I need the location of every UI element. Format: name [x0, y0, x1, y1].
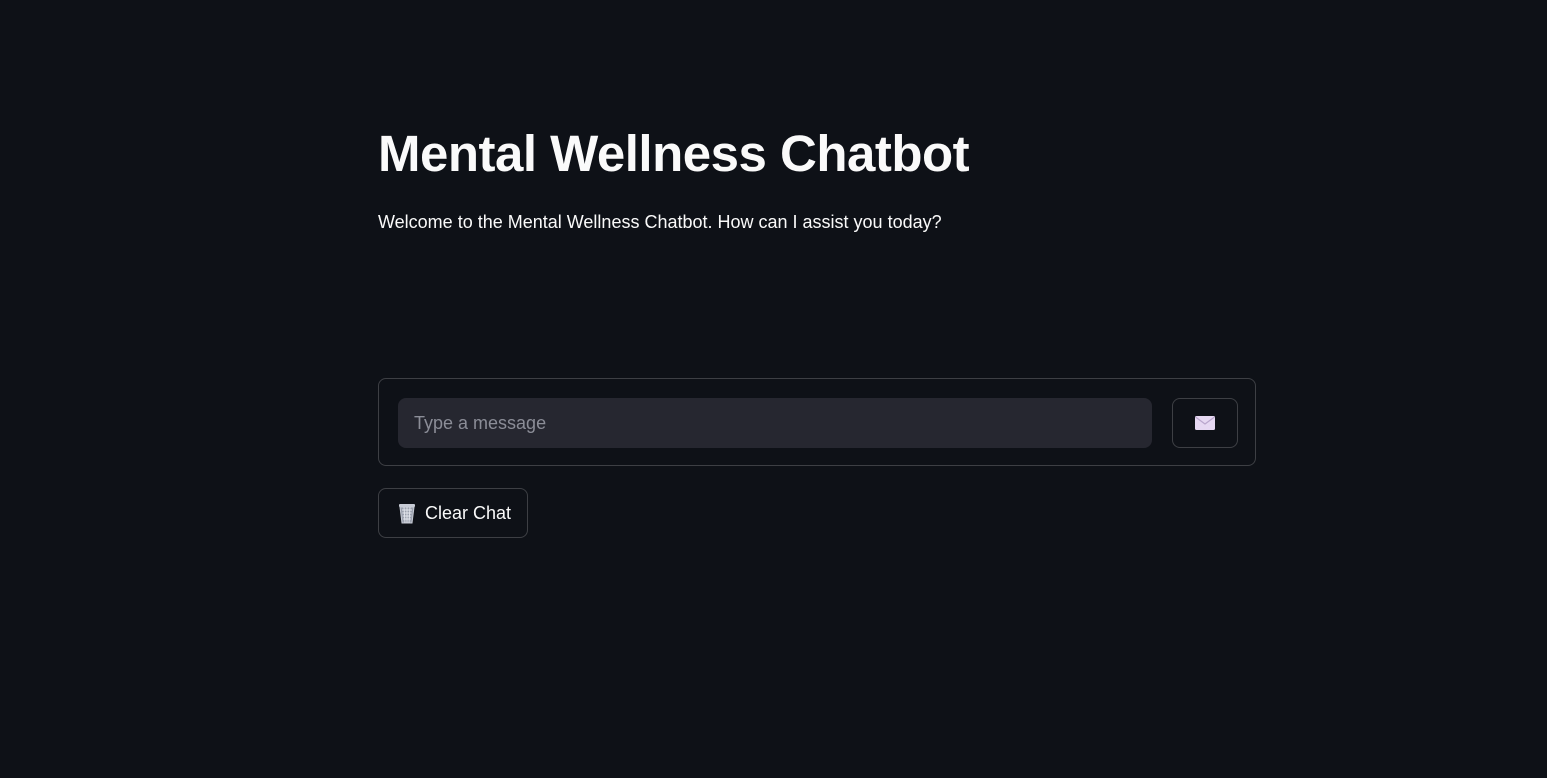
clear-chat-button[interactable]: Clear Chat	[378, 488, 529, 538]
wastebasket-icon	[397, 502, 417, 524]
send-button[interactable]	[1172, 398, 1238, 448]
chat-form	[378, 378, 1256, 466]
envelope-icon	[1194, 415, 1216, 431]
message-input[interactable]	[398, 398, 1152, 448]
clear-chat-label: Clear Chat	[425, 502, 512, 523]
welcome-text: Welcome to the Mental Wellness Chatbot. …	[378, 212, 942, 232]
page-title: Mental Wellness Chatbot	[378, 125, 970, 182]
